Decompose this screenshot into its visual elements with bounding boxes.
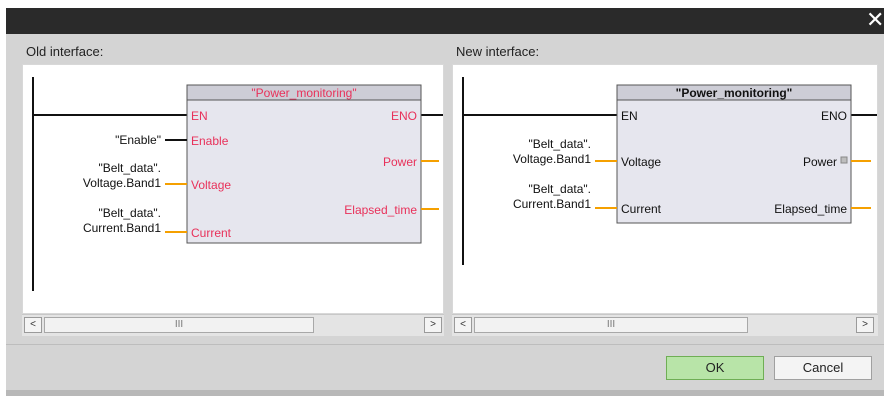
cancel-button[interactable]: Cancel — [774, 356, 872, 380]
chevron-right-icon: > — [430, 319, 436, 330]
old-ladder-diagram: "Power_monitoring" EN ENO "Enable" Enabl… — [32, 77, 443, 291]
pin-power: Power — [383, 155, 417, 169]
output-marker-icon — [840, 156, 848, 164]
scroll-thumb[interactable]: III — [44, 317, 314, 333]
scroll-right-button[interactable]: > — [424, 317, 442, 333]
new-interface-pane: "Power_monitoring" EN ENO "Belt_data". V… — [452, 64, 878, 314]
pin-current: Current — [191, 226, 232, 240]
pin-eno: ENO — [821, 109, 847, 123]
footer-divider — [6, 344, 884, 345]
pin-eno: ENO — [391, 109, 417, 123]
operand-current-line1[interactable]: "Belt_data". — [528, 182, 591, 196]
grip-icon: III — [174, 319, 184, 330]
operand-current-line1[interactable]: "Belt_data". — [98, 206, 161, 220]
block-name: "Power_monitoring" — [251, 86, 356, 100]
old-interface-pane: "Power_monitoring" EN ENO "Enable" Enabl… — [22, 64, 444, 314]
operand-current-line2[interactable]: Current.Band1 — [513, 197, 591, 211]
scroll-left-button[interactable]: < — [454, 317, 472, 333]
operand-voltage-line1[interactable]: "Belt_data". — [528, 137, 591, 151]
chevron-left-icon: < — [460, 319, 466, 330]
close-button[interactable]: ✕ — [866, 8, 884, 34]
scroll-left-button[interactable]: < — [24, 317, 42, 333]
operand-current-line2[interactable]: Current.Band1 — [83, 221, 161, 235]
pin-elapsed-time: Elapsed_time — [344, 203, 417, 217]
old-interface-label: Old interface: — [26, 44, 104, 59]
dialog-bottom-border — [6, 390, 884, 396]
title-bar: ✕ — [6, 8, 884, 34]
pin-voltage: Voltage — [621, 155, 661, 169]
ok-button[interactable]: OK — [666, 356, 764, 380]
pin-elapsed-time: Elapsed_time — [774, 202, 847, 216]
operand-enable[interactable]: "Enable" — [115, 133, 161, 147]
new-interface-label: New interface: — [456, 44, 540, 59]
grip-icon: III — [606, 319, 616, 330]
chevron-right-icon: > — [862, 319, 868, 330]
operand-voltage-line2[interactable]: Voltage.Band1 — [513, 152, 591, 166]
pin-voltage: Voltage — [191, 178, 231, 192]
pin-en: EN — [621, 109, 638, 123]
pin-en: EN — [191, 109, 208, 123]
operand-voltage-line2[interactable]: Voltage.Band1 — [83, 176, 161, 190]
new-ladder-diagram: "Power_monitoring" EN ENO "Belt_data". V… — [462, 77, 877, 265]
new-horizontal-scrollbar[interactable]: < III > — [452, 314, 878, 336]
operand-voltage-line1[interactable]: "Belt_data". — [98, 161, 161, 175]
scroll-thumb[interactable]: III — [474, 317, 748, 333]
close-icon: ✕ — [866, 7, 884, 32]
old-horizontal-scrollbar[interactable]: < III > — [22, 314, 444, 336]
block-name: "Power_monitoring" — [676, 86, 793, 100]
pin-enable: Enable — [191, 134, 229, 148]
scroll-right-button[interactable]: > — [856, 317, 874, 333]
pin-power: Power — [803, 155, 837, 169]
pin-current: Current — [621, 202, 662, 216]
chevron-left-icon: < — [30, 319, 36, 330]
